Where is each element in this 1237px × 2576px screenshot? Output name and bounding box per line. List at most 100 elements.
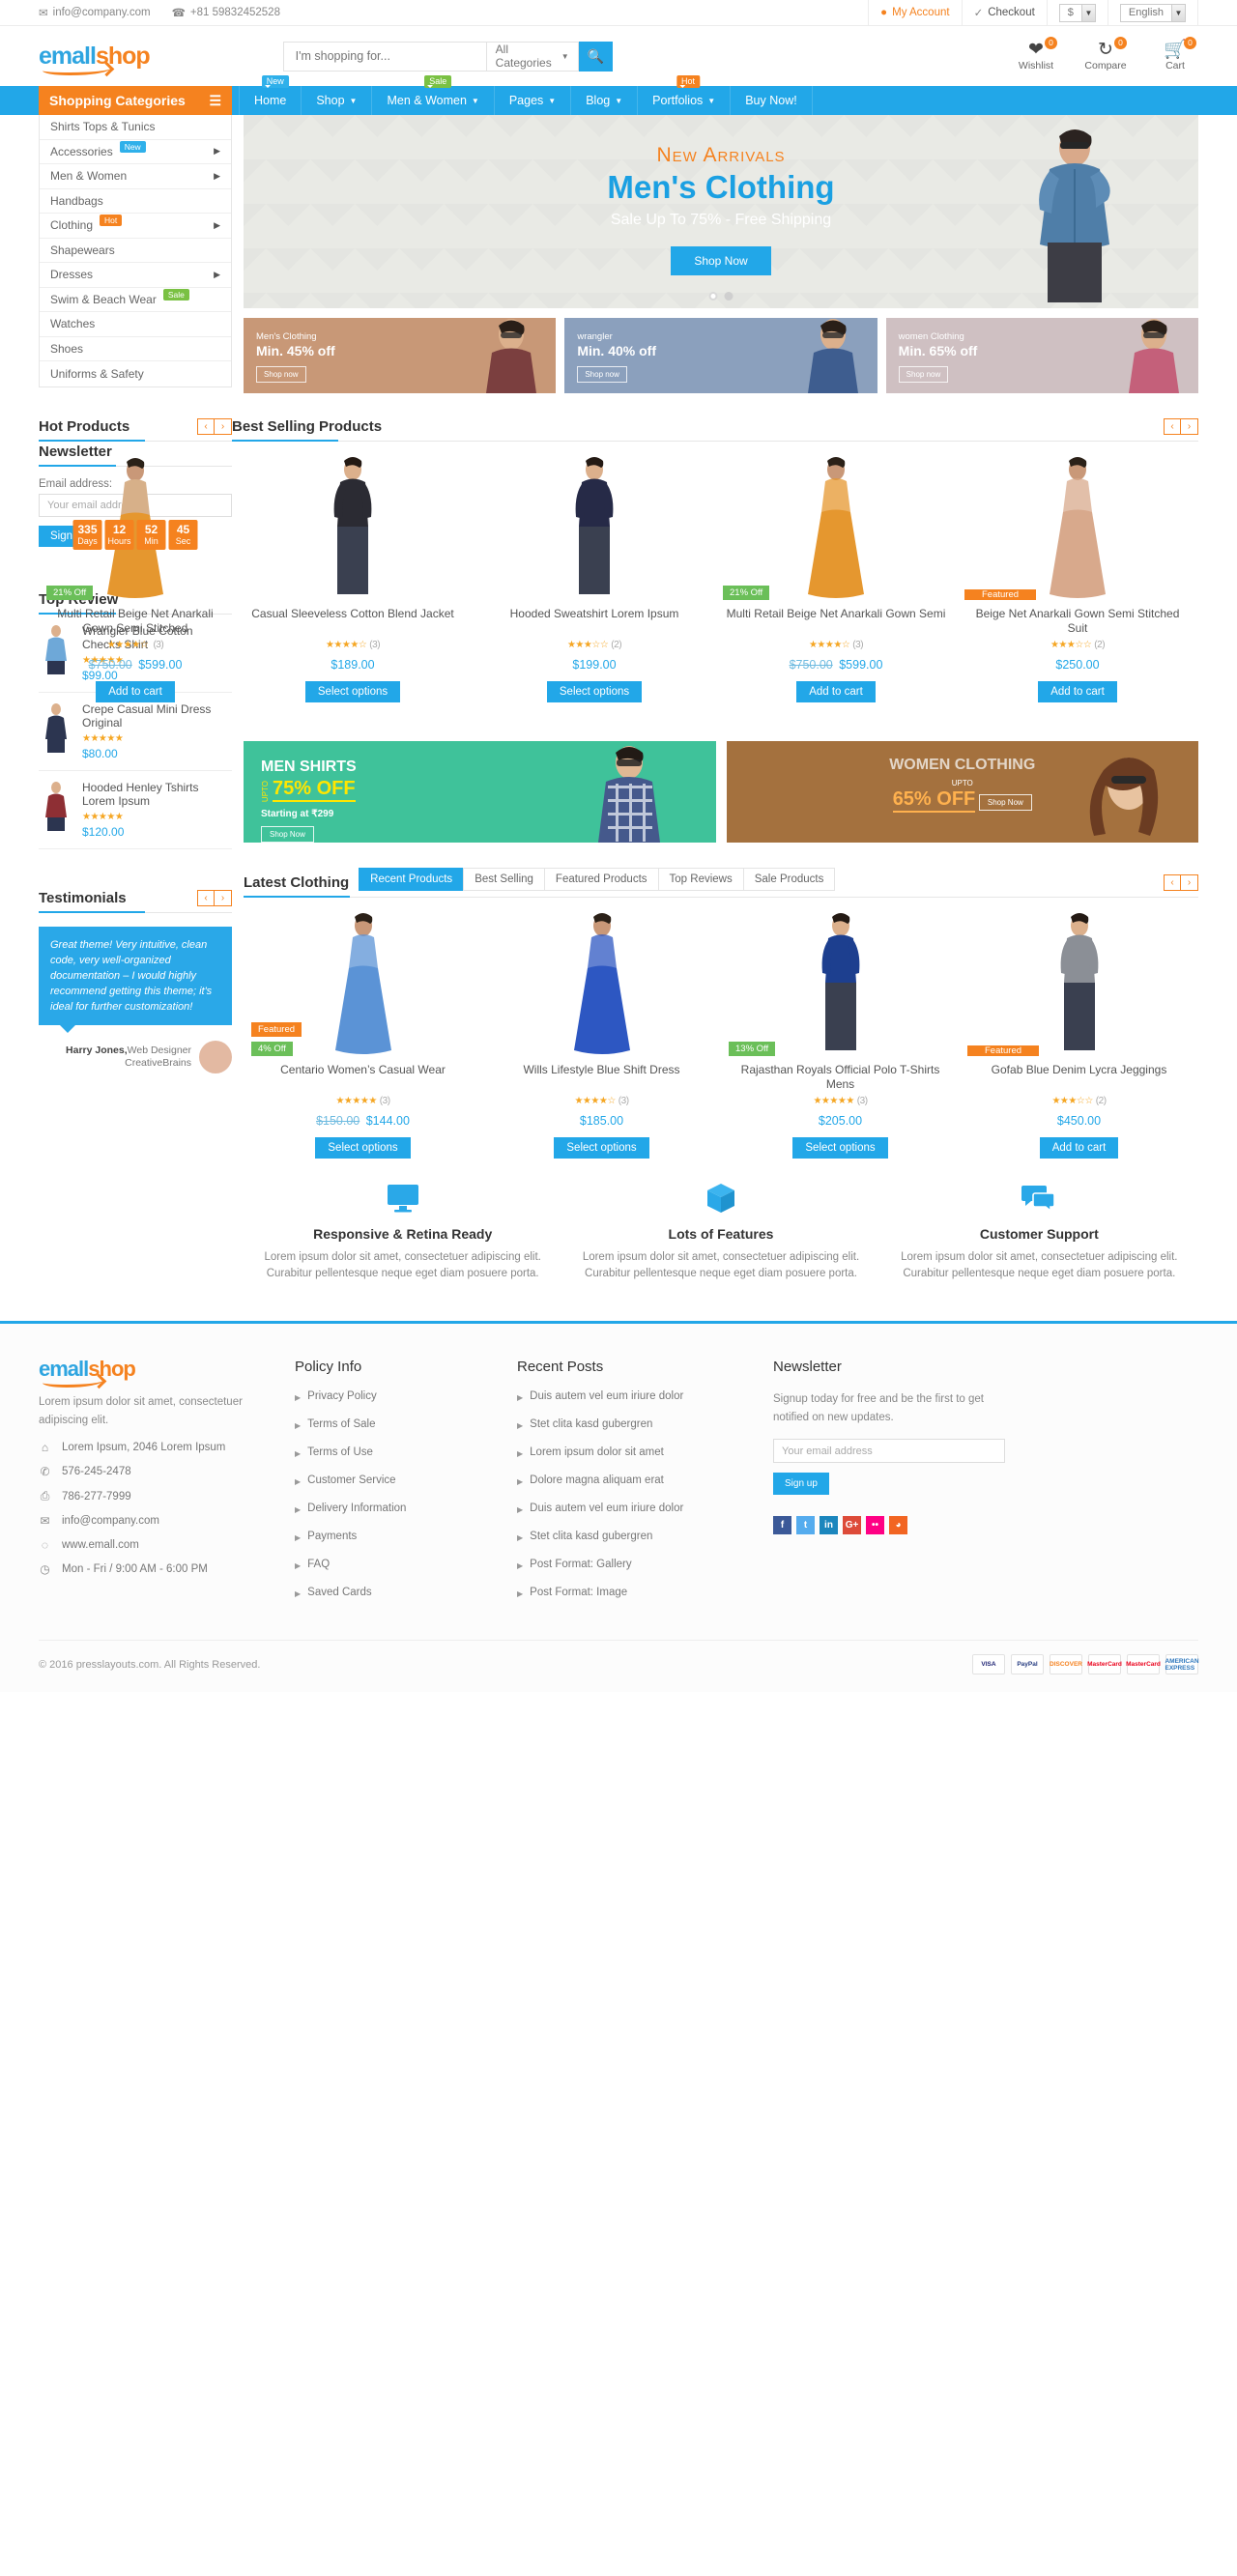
tab-sale-products[interactable]: Sale Products <box>742 868 836 891</box>
contact-phone[interactable]: ☎ +81 59832452528 <box>172 6 280 19</box>
footer-link[interactable]: ▶ Terms of Use <box>295 1446 517 1461</box>
hot-products-next-button[interactable]: › <box>215 418 232 435</box>
footer-post-link[interactable]: ▶ Duis autem vel eum iriure dolor <box>517 1503 773 1517</box>
category-item[interactable]: Shapewears <box>40 239 231 263</box>
footer-link[interactable]: ▶ Terms of Sale <box>295 1418 517 1433</box>
product-name[interactable]: Multi Retail Beige Net Anarkali Gown Sem… <box>46 607 224 636</box>
language-selector[interactable]: English ▼ <box>1107 0 1198 26</box>
footer-post-link[interactable]: ▶ Duis autem vel eum iriure dolor <box>517 1390 773 1405</box>
facebook-icon[interactable]: f <box>773 1516 791 1534</box>
category-item[interactable]: Clothing Hot ▶ <box>40 214 231 239</box>
footer-post-link[interactable]: ▶ Post Format: Image <box>517 1587 773 1601</box>
google-plus-icon[interactable]: G+ <box>843 1516 861 1534</box>
cart-button[interactable]: 🛒 0 Cart <box>1152 37 1198 72</box>
promo-shop-now-button[interactable]: Shop now <box>577 366 627 383</box>
category-item[interactable]: Uniforms & Safety <box>40 361 231 386</box>
compare-button[interactable]: ↻ 0 Compare <box>1082 37 1129 72</box>
category-item[interactable]: Handbags <box>40 189 231 214</box>
product-action-button[interactable]: Select options <box>792 1137 888 1159</box>
checkout-link[interactable]: ✓ Checkout <box>961 0 1047 26</box>
product-action-button[interactable]: Add to cart <box>796 681 876 702</box>
product-action-button[interactable]: Add to cart <box>1039 1137 1119 1159</box>
promo-shop-now-button[interactable]: Shop now <box>256 366 306 383</box>
product-name[interactable]: Wills Lifestyle Blue Shift Dress <box>490 1063 713 1092</box>
review-item[interactable]: Hooded Henley Tshirts Lorem Ipsum ★★★★★ … <box>39 771 232 849</box>
contact-email[interactable]: ✉ info@company.com <box>39 6 151 19</box>
product-name[interactable]: Gofab Blue Denim Lycra Jeggings <box>967 1063 1191 1092</box>
add-to-cart-button[interactable]: Add to cart <box>96 681 175 702</box>
currency-selector[interactable]: $ ▼ <box>1046 0 1108 26</box>
nav-item-blog[interactable]: Blog ▼ <box>571 86 639 115</box>
rss-icon[interactable]: ◕ <box>889 1516 907 1534</box>
product-name[interactable]: Casual Sleeveless Cotton Blend Jacket <box>240 607 466 636</box>
product-card[interactable]: 13% Off Rajasthan Royals Official Polo T… <box>721 911 960 1159</box>
nav-item-portfolios[interactable]: Hot Portfolios ▼ <box>638 75 732 115</box>
category-item[interactable]: Shoes <box>40 337 231 361</box>
men-shirts-banner[interactable]: MEN SHIRTS UPTO 75% OFF Starting at ₹299… <box>244 741 716 843</box>
footer-link[interactable]: ▶ Payments <box>295 1531 517 1545</box>
banner-shop-now-button[interactable]: Shop Now <box>978 794 1032 811</box>
product-action-button[interactable]: Select options <box>546 681 643 702</box>
product-name[interactable]: Centario Women’s Casual Wear <box>251 1063 475 1092</box>
linkedin-icon[interactable]: in <box>820 1516 838 1534</box>
footer-email-input[interactable]: Your email address <box>773 1439 1005 1463</box>
testimonials-next-button[interactable]: › <box>215 889 232 906</box>
footer-signup-button[interactable]: Sign up <box>773 1473 829 1495</box>
nav-item-pages[interactable]: Pages ▼ <box>495 86 572 115</box>
product-card[interactable]: Featured 4% Off Centario Women’s Casual W… <box>244 911 482 1159</box>
shopping-categories-header[interactable]: Shopping Categories ☰ <box>39 86 232 115</box>
category-item[interactable]: Watches <box>40 312 231 337</box>
category-item[interactable]: Men & Women ▶ <box>40 164 231 189</box>
search-button[interactable]: 🔍 <box>578 41 613 72</box>
hero-shop-now-button[interactable]: Shop Now <box>671 246 771 275</box>
product-action-button[interactable]: Add to cart <box>1038 681 1117 702</box>
banner-shop-now-button[interactable]: Shop Now <box>261 826 314 843</box>
product-action-button[interactable]: Select options <box>554 1137 649 1159</box>
tab-top-reviews[interactable]: Top Reviews <box>657 868 743 891</box>
category-item[interactable]: Dresses ▶ <box>40 263 231 288</box>
flickr-icon[interactable]: •• <box>866 1516 884 1534</box>
search-input[interactable] <box>282 41 486 72</box>
twitter-icon[interactable]: t <box>796 1516 815 1534</box>
review-item[interactable]: Crepe Casual Mini Dress Original ★★★★★ $… <box>39 693 232 771</box>
my-account-link[interactable]: ● My Account <box>868 0 961 26</box>
hero-dot-2[interactable] <box>724 292 734 301</box>
category-item[interactable]: Accessories New ▶ <box>40 140 231 164</box>
nav-item-men-women[interactable]: Sale Men & Women ▼ <box>372 75 495 115</box>
hero-dot-1[interactable] <box>708 292 718 301</box>
site-logo[interactable]: emallshop <box>39 43 151 75</box>
category-item[interactable]: Swim & Beach Wear Sale <box>40 288 231 312</box>
promo-banner[interactable]: Men's Clothing Min. 45% off Shop now <box>244 318 557 393</box>
testimonials-prev-button[interactable]: ‹ <box>197 889 215 906</box>
footer-link[interactable]: ▶ Privacy Policy <box>295 1390 517 1405</box>
footer-logo[interactable]: emallshop <box>39 1359 295 1388</box>
product-action-button[interactable]: Select options <box>315 1137 411 1159</box>
latest-prev-button[interactable]: ‹ <box>1164 874 1181 891</box>
tab-best-selling[interactable]: Best Selling <box>463 868 544 891</box>
footer-link[interactable]: ▶ FAQ <box>295 1559 517 1573</box>
hot-products-prev-button[interactable]: ‹ <box>197 418 215 435</box>
women-clothing-banner[interactable]: WOMEN CLOTHING UPTO 65% OFF Shop Now <box>726 741 1198 843</box>
promo-shop-now-button[interactable]: Shop now <box>898 366 949 383</box>
hero-pagination-dots[interactable] <box>708 292 734 301</box>
product-name[interactable]: Multi Retail Beige Net Anarkali Gown Sem… <box>723 607 949 636</box>
footer-link[interactable]: ▶ Saved Cards <box>295 1587 517 1601</box>
latest-next-button[interactable]: › <box>1181 874 1198 891</box>
wishlist-button[interactable]: ❤ 0 Wishlist <box>1013 37 1059 72</box>
product-card[interactable]: Wills Lifestyle Blue Shift Dress ★★★★☆ (3… <box>482 911 721 1159</box>
hot-product-card[interactable]: 335 Days 12 Hours 52 Min 45 Sec 21% Off … <box>39 455 232 702</box>
product-name[interactable]: Hooded Sweatshirt Lorem Ipsum <box>481 607 707 636</box>
product-name[interactable]: Beige Net Anarkali Gown Semi Stitched Su… <box>964 607 1191 636</box>
product-card[interactable]: Casual Sleeveless Cotton Blend Jacket ★★… <box>232 455 474 702</box>
category-item[interactable]: Shirts Tops & Tunics <box>40 115 231 140</box>
best-selling-next-button[interactable]: › <box>1181 418 1198 435</box>
footer-post-link[interactable]: ▶ Stet clita kasd gubergren <box>517 1418 773 1433</box>
footer-post-link[interactable]: ▶ Lorem ipsum dolor sit amet <box>517 1446 773 1461</box>
promo-banner[interactable]: wrangler Min. 40% off Shop now <box>564 318 877 393</box>
footer-post-link[interactable]: ▶ Stet clita kasd gubergren <box>517 1531 773 1545</box>
nav-item-buy-now-[interactable]: Buy Now! <box>731 86 813 115</box>
footer-post-link[interactable]: ▶ Post Format: Gallery <box>517 1559 773 1573</box>
tab-featured-products[interactable]: Featured Products <box>543 868 658 891</box>
best-selling-prev-button[interactable]: ‹ <box>1164 418 1181 435</box>
promo-banner[interactable]: women Clothing Min. 65% off Shop now <box>885 318 1198 393</box>
